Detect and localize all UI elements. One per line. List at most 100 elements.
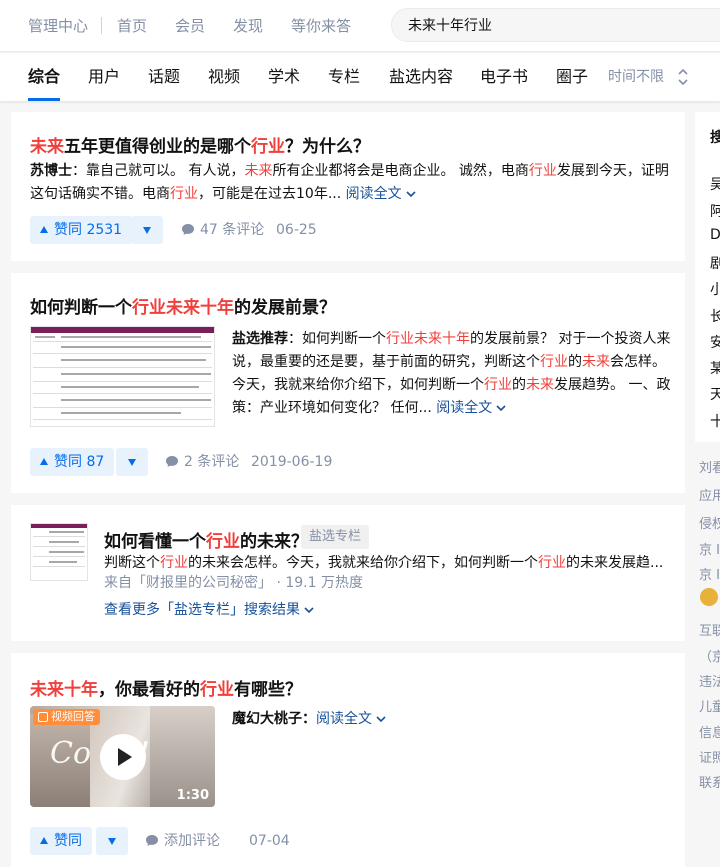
result-thumbnail[interactable] bbox=[30, 326, 215, 427]
footer-link[interactable]: 侵权 bbox=[699, 513, 720, 532]
result-title[interactable]: 如何看懂一个行业的未来？ bbox=[104, 527, 308, 552]
thumbnail-row bbox=[33, 419, 212, 420]
excerpt-highlight: 行业 bbox=[528, 163, 557, 179]
nav-waiting-answers[interactable]: 等你来答 bbox=[291, 0, 351, 52]
sidebar-header: 搜 bbox=[710, 130, 720, 146]
nav-home[interactable]: 首页 bbox=[117, 0, 147, 52]
upvote-button[interactable]: 赞同 bbox=[30, 827, 92, 855]
downvote-button[interactable] bbox=[96, 827, 128, 855]
sidebar-item[interactable]: 天 bbox=[710, 384, 720, 404]
sidebar-item[interactable]: 某 bbox=[710, 358, 720, 378]
see-more-columns-link[interactable]: 查看更多「盐选专栏」搜索结果 bbox=[104, 599, 314, 622]
title-highlight: 行业 bbox=[200, 680, 234, 700]
upvote-button[interactable]: 赞同 2531 bbox=[30, 216, 133, 244]
tab-topics[interactable]: 话题 bbox=[148, 53, 180, 101]
excerpt-highlight: 行业 bbox=[170, 186, 198, 202]
thumbnail-row bbox=[33, 407, 212, 408]
title-highlight: 行业 bbox=[206, 532, 240, 552]
chevron-down-icon bbox=[496, 405, 506, 412]
thumbnail-text-line bbox=[61, 386, 199, 388]
footer-link[interactable]: 联系 bbox=[699, 772, 720, 791]
sidebar-item[interactable]: 吴 bbox=[710, 174, 720, 194]
excerpt-highlight: 行业 bbox=[160, 555, 188, 571]
footer-link[interactable]: 刘看 bbox=[699, 457, 720, 476]
video-thumbnail[interactable]: Co on! 视频回答 1:30 bbox=[30, 706, 215, 807]
footer-link[interactable]: 信息 bbox=[699, 722, 720, 741]
downvote-button[interactable] bbox=[116, 448, 148, 476]
excerpt-highlight: 行业 bbox=[538, 555, 566, 571]
nav-discover[interactable]: 发现 bbox=[233, 0, 263, 52]
video-duration: 1:30 bbox=[176, 788, 209, 803]
search-input[interactable] bbox=[408, 9, 708, 41]
title-text: 五年更值得创业的是哪个 bbox=[64, 137, 251, 157]
read-more-link[interactable]: 阅读全文 bbox=[316, 711, 386, 727]
result-title[interactable]: 如何判断一个行业未来十年的发展前景？ bbox=[30, 293, 336, 318]
video-icon bbox=[38, 712, 48, 722]
top-navbar: 管理中心 首页 会员 发现 等你来答 bbox=[0, 0, 720, 52]
result-excerpt[interactable]: 魔幻大桃子：阅读全文 bbox=[232, 708, 386, 731]
footer-link[interactable]: 儿童 bbox=[699, 696, 720, 715]
comment-icon bbox=[182, 224, 194, 235]
sidebar-item[interactable]: 安 bbox=[710, 332, 720, 352]
play-button[interactable] bbox=[100, 734, 146, 780]
search-box[interactable] bbox=[391, 8, 720, 42]
excerpt-highlight: 行业 bbox=[484, 377, 512, 393]
column-thumbnail[interactable] bbox=[30, 523, 88, 581]
result-excerpt[interactable]: 盐选推荐：如何判断一个行业未来十年的发展前景？ 对于一个投资人来说，最重要的还是… bbox=[232, 328, 672, 420]
result-card: 如何看懂一个行业的未来？ 盐选专栏 判断这个行业的未来会怎样。今天，我就来给你介… bbox=[11, 505, 685, 641]
comments-button[interactable]: 47 条评论 bbox=[181, 216, 264, 244]
result-excerpt[interactable]: 苏博士：靠自己就可以。 有人说，未来所有企业都将会是电商企业。 诚然，电商行业发… bbox=[30, 160, 670, 206]
thumbnail-text-line bbox=[61, 336, 201, 338]
tab-columns[interactable]: 专栏 bbox=[328, 53, 360, 101]
sidebar-item[interactable]: 阿 bbox=[710, 201, 720, 221]
thumbnail-row bbox=[33, 367, 212, 368]
thumbnail-row bbox=[33, 546, 85, 547]
tab-ebooks[interactable]: 电子书 bbox=[480, 53, 528, 101]
excerpt-highlight: 未来 bbox=[526, 377, 554, 393]
add-comment-button[interactable]: 添加评论 bbox=[145, 827, 220, 855]
read-more-link[interactable]: 阅读全文 bbox=[436, 400, 506, 416]
excerpt-highlight: 行业未来十年 bbox=[386, 331, 470, 347]
footer-text: 互联 bbox=[699, 624, 720, 639]
excerpt-highlight: 行业 bbox=[540, 354, 568, 370]
footer-link[interactable]: 应用 bbox=[699, 485, 720, 504]
footer-text: 京 I bbox=[699, 543, 720, 558]
footer-link[interactable]: 违法 bbox=[699, 671, 720, 690]
upvote-icon bbox=[40, 837, 48, 844]
tab-salt-content[interactable]: 盐选内容 bbox=[389, 53, 453, 101]
time-filter[interactable]: 时间不限 bbox=[608, 53, 664, 101]
sidebar-item[interactable]: 长 bbox=[710, 306, 720, 326]
tab-academic[interactable]: 学术 bbox=[268, 53, 300, 101]
comment-icon bbox=[146, 835, 158, 846]
thumbnail-text-line bbox=[49, 541, 79, 543]
result-title[interactable]: 未来十年，你最看好的行业有哪些？ bbox=[30, 675, 302, 700]
thumbnail-row bbox=[33, 566, 85, 567]
downvote-button[interactable] bbox=[131, 216, 163, 244]
upvote-button[interactable]: 赞同 87 bbox=[30, 448, 115, 476]
upvote-label: 赞同 2531 bbox=[54, 222, 123, 238]
tab-videos[interactable]: 视频 bbox=[208, 53, 240, 101]
tab-circles[interactable]: 圈子 bbox=[556, 53, 588, 101]
thumbnail-text-line bbox=[49, 561, 77, 563]
read-more-link[interactable]: 阅读全文 bbox=[346, 186, 416, 202]
post-date: 07-04 bbox=[249, 833, 290, 849]
tab-all[interactable]: 综合 bbox=[28, 53, 61, 101]
title-highlight: 行业 bbox=[251, 137, 285, 157]
comments-button[interactable]: 2 条评论 bbox=[165, 448, 239, 476]
sort-toggle-icon[interactable] bbox=[676, 66, 690, 88]
tab-users[interactable]: 用户 bbox=[88, 53, 120, 101]
sidebar-item[interactable]: 十 bbox=[710, 411, 720, 431]
column-source[interactable]: 来自「财报里的公司秘密」 · 19.1 万热度 bbox=[104, 572, 363, 595]
sidebar-item[interactable]: 小 bbox=[710, 279, 720, 299]
chevron-down-icon bbox=[304, 607, 314, 614]
add-comment-label: 添加评论 bbox=[164, 833, 220, 849]
nav-member[interactable]: 会员 bbox=[175, 0, 205, 52]
excerpt-text: 的未来会怎样。今天，我就来给你介绍下，如何判断一个 bbox=[188, 555, 538, 571]
result-title[interactable]: 未来五年更值得创业的是哪个行业？为什么？ bbox=[30, 132, 370, 157]
nav-admin-center[interactable]: 管理中心 bbox=[28, 0, 88, 52]
sidebar-item[interactable]: 剧 bbox=[710, 253, 720, 273]
footer-link[interactable]: 证照 bbox=[699, 747, 720, 766]
sidebar-item[interactable]: D bbox=[710, 227, 720, 243]
excerpt-text: 的 bbox=[568, 354, 582, 370]
play-icon bbox=[118, 748, 132, 766]
